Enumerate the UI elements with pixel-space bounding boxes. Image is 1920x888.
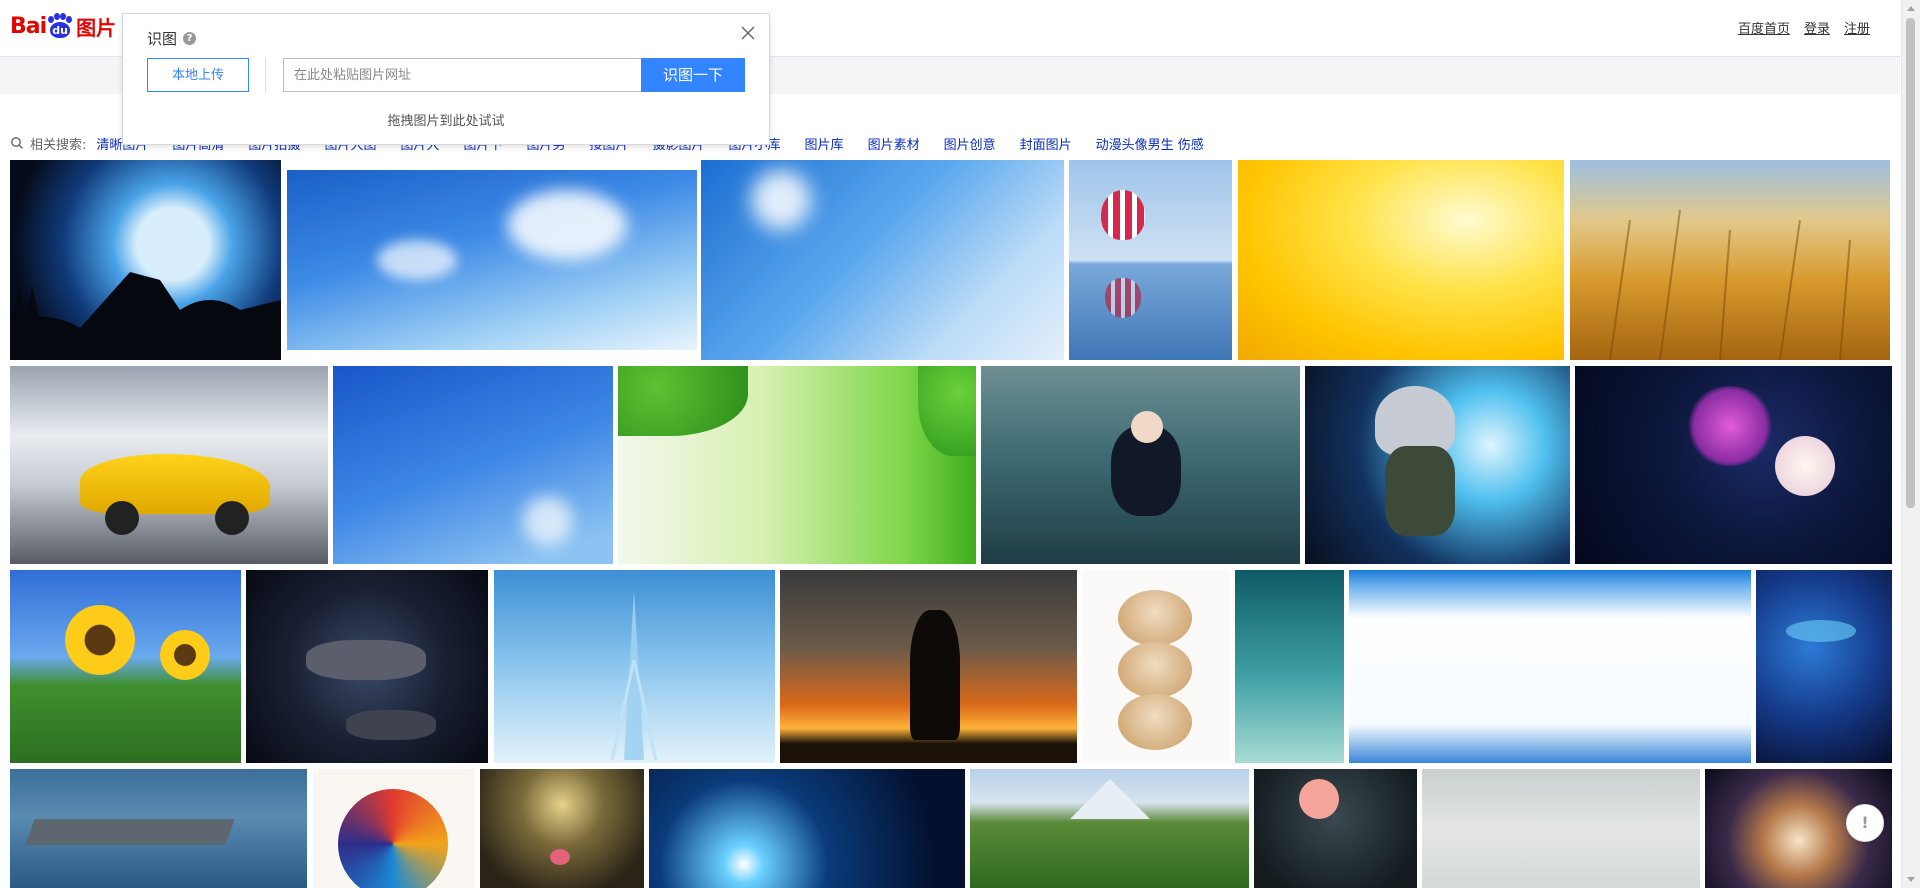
image-tile[interactable] [333,366,613,564]
local-upload-button[interactable]: 本地上传 [147,58,249,92]
question-icon[interactable]: ? [183,32,197,45]
feedback-icon[interactable]: ! [1846,804,1884,842]
login-link[interactable]: 登录 [1804,18,1830,37]
divider [265,58,266,92]
image-tile[interactable] [1235,570,1344,763]
baidu-logo[interactable]: Bai du 图片 [10,6,116,46]
image-tile[interactable] [10,160,281,360]
image-tile[interactable] [1756,570,1892,763]
image-tile[interactable] [1305,366,1570,564]
image-tile[interactable] [10,366,328,564]
related-label: 相关搜索: [30,137,87,153]
scroll-down-icon[interactable] [1907,877,1915,882]
related-link[interactable]: 动漫头像男生 伤感 [1096,134,1204,153]
scrollbar[interactable] [1901,0,1920,888]
related-link[interactable]: 图片素材 [868,134,920,153]
image-tile[interactable] [649,769,965,888]
drag-hint: 拖拽图片到此处试试 [387,114,505,129]
popup-title-text: 识图 [147,30,178,48]
register-link[interactable]: 注册 [1844,18,1870,37]
image-tile[interactable] [1238,160,1564,360]
logo-tu: 图片 [76,15,117,40]
image-tile[interactable] [618,366,976,564]
image-tile[interactable] [1082,570,1230,763]
image-url-input[interactable] [283,58,641,92]
top-links: 百度首页 登录 注册 [1738,18,1870,37]
image-tile[interactable] [701,160,1064,360]
paw-icon: du [47,13,73,39]
image-tile[interactable] [10,570,241,763]
image-tile[interactable] [970,769,1249,888]
close-icon[interactable] [739,24,757,42]
search-icon [11,137,23,149]
image-tile[interactable] [780,570,1077,763]
image-tile[interactable] [480,769,644,888]
image-tile[interactable] [287,170,697,350]
related-link[interactable]: 图片创意 [944,134,996,153]
scroll-up-icon[interactable] [1907,6,1915,11]
image-tile[interactable] [10,769,307,888]
image-tile[interactable] [1069,160,1232,360]
image-tile[interactable] [1570,160,1890,360]
image-tile[interactable] [1254,769,1417,888]
logo-bai: Bai [10,13,47,39]
image-tile[interactable] [1575,366,1892,564]
related-link[interactable]: 封面图片 [1020,134,1072,153]
scrollbar-thumb[interactable] [1906,18,1915,508]
image-tile[interactable] [1422,769,1700,888]
image-tile[interactable] [981,366,1300,564]
image-tile[interactable] [246,570,488,763]
image-tile[interactable] [1349,570,1751,763]
related-link[interactable]: 图片库 [805,134,844,153]
popup-title: 识图 ? [147,28,197,49]
baidu-home-link[interactable]: 百度首页 [1738,18,1790,37]
image-search-popup: 识图 ? 本地上传 识图一下 拖拽图片到此处试试 [122,13,770,145]
image-tile[interactable] [313,769,475,888]
image-search-button[interactable]: 识图一下 [641,58,745,92]
image-grid [10,160,1892,888]
image-tile[interactable] [494,570,775,763]
